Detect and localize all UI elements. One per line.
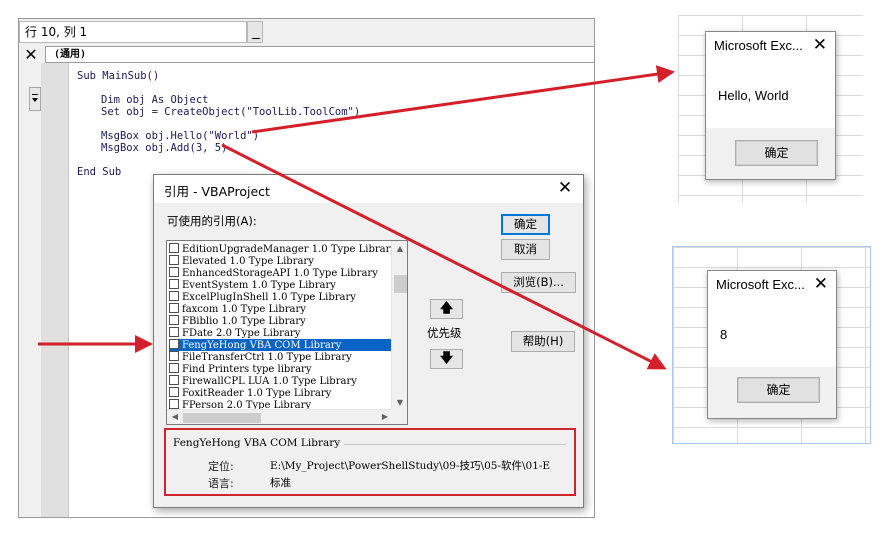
scroll-thumb[interactable]	[394, 275, 407, 293]
splitter-button[interactable]	[29, 87, 41, 111]
list-item[interactable]: ExcelPlugInShell 1.0 Type Library	[169, 291, 393, 303]
horizontal-scrollbar[interactable]: ◀ ▶	[167, 409, 393, 424]
checkbox[interactable]	[169, 387, 179, 397]
list-item[interactable]: EventSystem 1.0 Type Library	[169, 279, 393, 291]
cancel-button[interactable]: 取消	[501, 239, 550, 260]
vertical-scrollbar[interactable]: ▲ ▼	[391, 241, 407, 410]
scroll-up-icon[interactable]: ▲	[392, 244, 407, 254]
checkbox[interactable]	[169, 291, 179, 301]
scroll-thumb[interactable]	[183, 413, 261, 423]
dialog-title: 引用 - VBAProject	[164, 184, 270, 199]
close-icon[interactable]: ✕	[21, 46, 41, 63]
checkbox[interactable]	[169, 351, 179, 361]
message-box-hello: Microsoft Exc... ✕ Hello, World 确定	[705, 31, 836, 180]
msgbox-text: 8	[720, 327, 728, 342]
ok-button[interactable]: 确定	[737, 377, 820, 403]
checkbox[interactable]	[169, 279, 179, 289]
priority-label: 优先级	[427, 326, 462, 340]
help-button[interactable]: 帮助(H)	[511, 331, 575, 352]
arrow-up-icon: 🡅	[439, 301, 454, 316]
list-item[interactable]: Elevated 1.0 Type Library	[169, 255, 393, 267]
available-references-label: 可使用的引用(A):	[167, 214, 257, 228]
references-list[interactable]: EditionUpgradeManager 1.0 Type Library E…	[166, 240, 408, 425]
list-item[interactable]: FirewallCPL LUA 1.0 Type Library	[169, 375, 393, 387]
checkbox[interactable]	[169, 399, 179, 409]
msgbox-title: Microsoft Exc...	[714, 38, 803, 53]
checkbox[interactable]	[169, 339, 179, 349]
message-box-add: Microsoft Exc... ✕ 8 确定	[707, 270, 837, 419]
checkbox[interactable]	[169, 267, 179, 277]
list-item[interactable]: Find Printers type library	[169, 363, 393, 375]
checkbox[interactable]	[169, 327, 179, 337]
location-label: 定位:	[208, 460, 234, 473]
list-item[interactable]: EditionUpgradeManager 1.0 Type Library	[169, 243, 393, 255]
arrow-down-icon: 🡇	[439, 351, 454, 366]
priority-up-button[interactable]: 🡅	[430, 299, 463, 319]
checkbox[interactable]	[169, 315, 179, 325]
browse-button[interactable]: 浏览(B)...	[501, 272, 576, 293]
list-item[interactable]: FDate 2.0 Type Library	[169, 327, 393, 339]
reference-info-group: FengYeHong VBA COM Library 定位: E:\My_Pro…	[164, 428, 576, 496]
object-row: ✕ (通用)	[19, 46, 594, 63]
cursor-position: 行 10, 列 1	[19, 21, 247, 43]
checkbox[interactable]	[169, 255, 179, 265]
language-label: 语言:	[208, 477, 234, 490]
code-line: Dim obj As Object	[101, 94, 209, 106]
checkbox[interactable]	[169, 375, 179, 385]
toolbar-dropdown-button[interactable]	[247, 21, 263, 43]
checkbox[interactable]	[169, 303, 179, 313]
group-divider	[326, 444, 566, 445]
checkbox[interactable]	[169, 243, 179, 253]
left-gutter	[19, 63, 41, 517]
location-value: E:\My_Project\PowerShellStudy\09-技巧\05-软…	[270, 460, 551, 472]
code-line: End Sub	[77, 166, 122, 178]
msgbox-footer: 确定	[708, 367, 836, 418]
close-icon[interactable]: ✕	[814, 274, 828, 294]
checkbox[interactable]	[169, 363, 179, 373]
margin-indicator-bar	[41, 63, 69, 517]
ok-button[interactable]: 确定	[735, 140, 818, 166]
list-item[interactable]: FBiblio 1.0 Type Library	[169, 315, 393, 327]
scroll-corner	[391, 409, 407, 424]
reference-name: FengYeHong VBA COM Library	[173, 437, 345, 449]
list-item[interactable]: EnhancedStorageAPI 1.0 Type Library	[169, 267, 393, 279]
msgbox-footer: 确定	[706, 128, 835, 179]
ok-button[interactable]: 确定	[501, 214, 550, 235]
msgbox-title: Microsoft Exc...	[716, 277, 805, 292]
code-line: Set obj = CreateObject("ToolLib.ToolCom"…	[101, 106, 361, 118]
language-value: 标准	[270, 477, 291, 489]
editor-toolbar: 行 10, 列 1	[19, 19, 594, 46]
priority-down-button[interactable]: 🡇	[430, 349, 463, 369]
msgbox-text: Hello, World	[718, 88, 789, 103]
list-item[interactable]: FileTransferCtrl 1.0 Type Library	[169, 351, 393, 363]
dialog-titlebar: 引用 - VBAProject ✕	[154, 175, 583, 203]
scroll-left-icon[interactable]: ◀	[167, 412, 183, 422]
code-line: MsgBox obj.Add(3, 5)	[101, 142, 228, 154]
close-icon[interactable]: ✕	[813, 35, 827, 55]
scroll-down-icon[interactable]: ▼	[392, 398, 407, 408]
object-combo[interactable]: (通用)	[45, 46, 594, 63]
list-item[interactable]: FoxitReader 1.0 Type Library	[169, 387, 393, 399]
list-item[interactable]: faxcom 1.0 Type Library	[169, 303, 393, 315]
code-line: Sub MainSub()	[77, 70, 160, 82]
list-item-selected[interactable]: FengYeHong VBA COM Library	[169, 339, 393, 351]
references-dialog: 引用 - VBAProject ✕ 可使用的引用(A): EditionUpgr…	[153, 174, 584, 508]
code-line: MsgBox obj.Hello("World")	[101, 130, 260, 142]
close-icon[interactable]: ✕	[555, 178, 575, 198]
